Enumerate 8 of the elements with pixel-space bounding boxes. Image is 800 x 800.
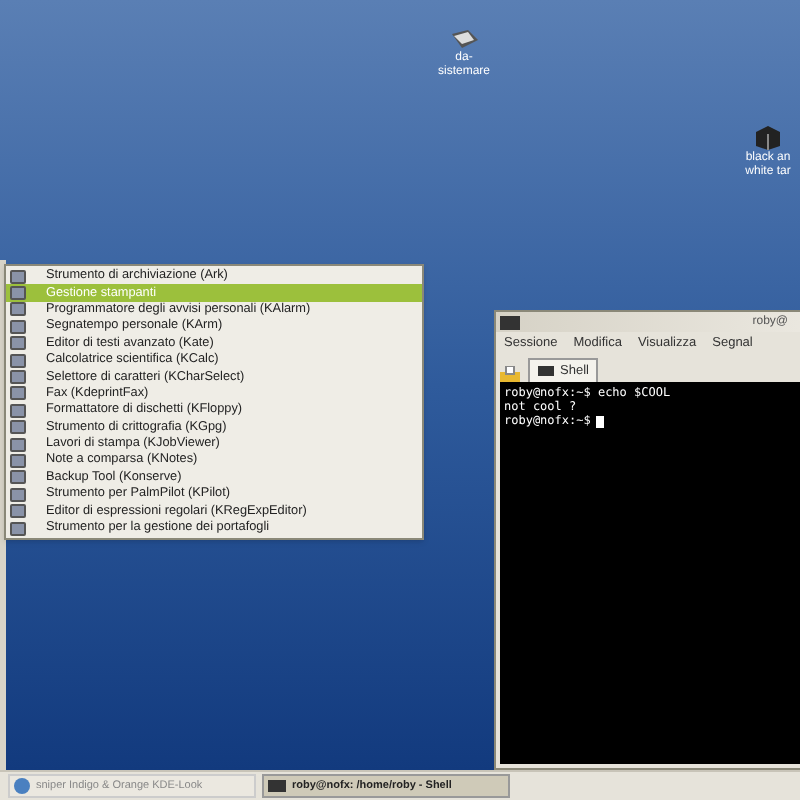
box-icon[interactable]: [754, 124, 782, 152]
terminal-icon[interactable]: [500, 315, 520, 329]
text-cursor: [596, 415, 605, 427]
terminal-icon: [268, 780, 286, 792]
terminal-icon: [538, 366, 554, 376]
new-session-icon[interactable]: [500, 366, 520, 382]
globe-icon: [14, 778, 30, 794]
drive-icon[interactable]: [448, 28, 480, 52]
